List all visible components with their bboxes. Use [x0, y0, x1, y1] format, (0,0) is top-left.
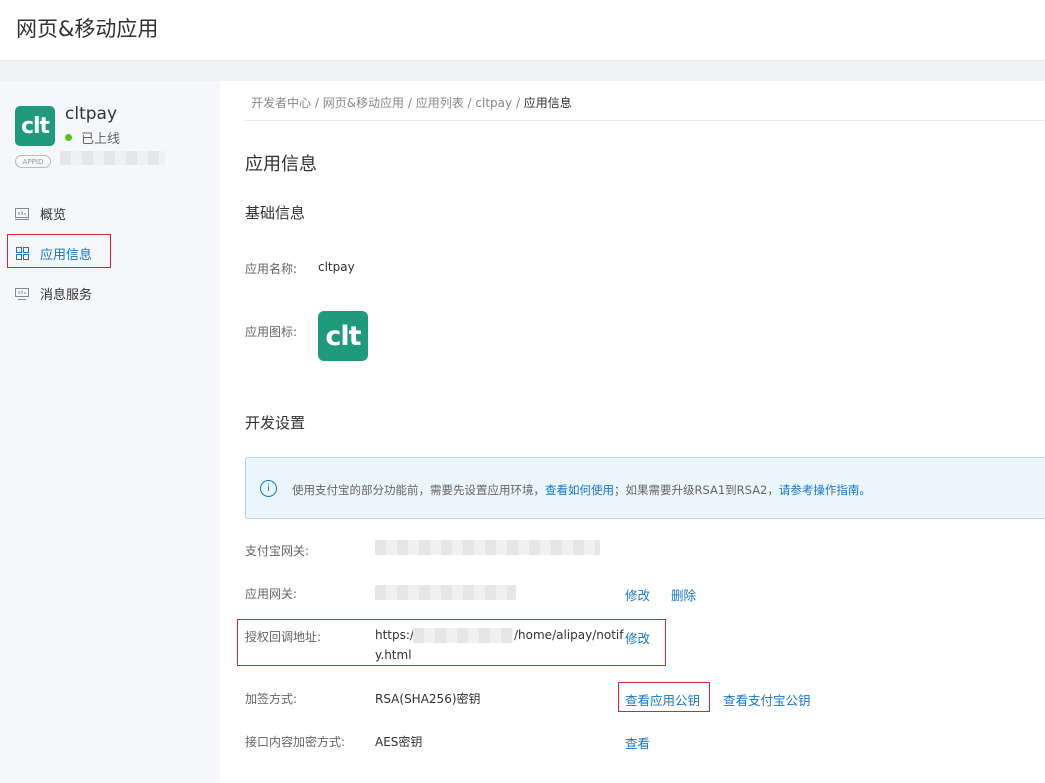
app-gateway-delete-button[interactable]: 删除 [671, 585, 696, 604]
alipay-gateway-label: 支付宝网关: [245, 544, 310, 558]
encrypt-view-button[interactable]: 查看 [625, 733, 650, 752]
breadcrumb: 开发者中心 / 网页&移动应用 / 应用列表 / cltpay / 应用信息 [251, 96, 572, 110]
breadcrumb-link[interactable]: 应用列表 [416, 96, 464, 110]
redacted-app-gateway [375, 585, 516, 600]
info-notice-text: 使用支付宝的部分功能前，需要先设置应用环境，查看如何使用；如果需要升级RSA1到… [292, 483, 871, 497]
encrypt-method-label: 接口内容加密方式: [245, 735, 346, 749]
app-icon-label: 应用图标: [245, 325, 298, 339]
how-to-use-link[interactable]: 查看如何使用 [545, 483, 614, 497]
page-title: 应用信息 [245, 154, 317, 175]
main-content [220, 81, 1045, 783]
section-title-basic: 基础信息 [245, 204, 306, 222]
app-logo: clt [15, 106, 55, 146]
app-gateway-label: 应用网关: [245, 587, 298, 601]
appid-badge: APPID [15, 155, 51, 168]
top-bar: 网页&移动应用 [0, 0, 1045, 61]
breadcrumb-current: 应用信息 [523, 96, 572, 110]
sidebar-item-messages[interactable]: 消息服务 [15, 284, 92, 303]
sidebar-item-overview[interactable]: 概览 [15, 204, 66, 223]
app-name: cltpay [65, 104, 118, 124]
sidebar-item-label: 概览 [40, 208, 67, 223]
section-title-dev: 开发设置 [245, 414, 306, 432]
chart-icon [15, 207, 29, 220]
page-header-title: 网页&移动应用 [16, 17, 159, 41]
encrypt-method-value: AES密钥 [375, 735, 423, 749]
breadcrumb-link[interactable]: 开发者中心 [251, 96, 311, 110]
app-status: 已上线 [65, 128, 120, 147]
highlight-box-app-key [618, 682, 710, 712]
online-status-dot [65, 134, 72, 141]
breadcrumb-link[interactable]: 网页&移动应用 [323, 96, 404, 110]
sidebar [0, 81, 220, 783]
monitor-icon [15, 287, 29, 300]
app-icon-image: clt [318, 311, 368, 361]
breadcrumb-divider [245, 120, 1045, 121]
sign-method-label: 加签方式: [245, 692, 298, 706]
breadcrumb-link[interactable]: cltpay [475, 96, 512, 110]
info-notice: i 使用支付宝的部分功能前，需要先设置应用环境，查看如何使用；如果需要升级RSA… [245, 457, 1045, 519]
sign-method-value: RSA(SHA256)密钥 [375, 692, 481, 706]
highlight-box-nav [7, 234, 111, 268]
redacted-gateway [375, 540, 600, 555]
guide-link[interactable]: 请参考操作指南。 [779, 483, 871, 497]
view-alipay-public-key-button[interactable]: 查看支付宝公钥 [723, 690, 811, 709]
sidebar-item-label: 消息服务 [40, 288, 93, 303]
app-name-value: cltpay [318, 260, 355, 274]
highlight-box-callback [237, 619, 666, 666]
app-gateway-edit-button[interactable]: 修改 [625, 585, 650, 604]
app-status-text: 已上线 [81, 132, 121, 147]
app-name-label: 应用名称: [245, 262, 298, 276]
redacted-appid [60, 151, 165, 165]
info-icon: i [260, 480, 277, 497]
